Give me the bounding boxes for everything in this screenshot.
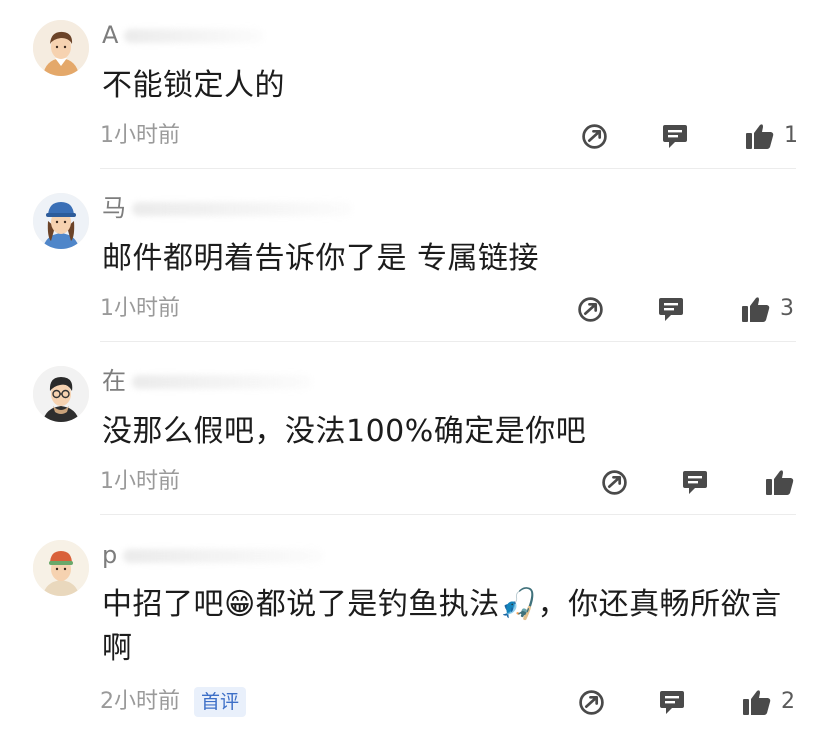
like-count: 3 [780, 296, 794, 321]
avatar[interactable] [33, 540, 89, 596]
like-button[interactable] [766, 467, 804, 497]
share-icon [602, 469, 627, 495]
comment-icon [663, 125, 687, 148]
username[interactable]: 马 [102, 193, 352, 223]
share-icon [579, 689, 604, 715]
username-text: A [102, 21, 119, 49]
like-button[interactable]: 1 [746, 121, 798, 151]
comment-meta: 2小时前 首评 [100, 687, 247, 717]
divider [100, 341, 796, 342]
username-text: 在 [102, 367, 126, 395]
reply-button[interactable] [659, 687, 685, 717]
comment-icon [683, 471, 707, 494]
username-text: p [102, 541, 118, 569]
reply-button[interactable] [682, 467, 708, 497]
username-blur [132, 375, 312, 389]
username[interactable]: p [102, 540, 324, 570]
like-count: 2 [781, 689, 795, 714]
username[interactable]: 在 [102, 366, 312, 396]
reply-button[interactable] [658, 294, 684, 324]
comment-icon [660, 691, 684, 714]
first-comment-badge: 首评 [194, 687, 247, 717]
reply-button[interactable] [662, 121, 688, 151]
thumbs-up-icon [766, 470, 794, 495]
comment-time: 1小时前 [100, 296, 180, 321]
comment-time: 1小时前 [100, 123, 180, 148]
thumbs-up-icon [743, 690, 771, 715]
comment-text: 不能锁定人的 [102, 68, 285, 103]
share-button[interactable] [577, 294, 604, 324]
username-blur [123, 549, 324, 563]
comment-text: 没那么假吧，没法100%确定是你吧 [102, 414, 587, 449]
comment-time: 2小时前 [100, 689, 180, 714]
divider [100, 168, 796, 169]
thumbs-up-icon [742, 297, 770, 322]
like-button[interactable]: 2 [743, 687, 795, 717]
comment-meta: 1小时前 [100, 121, 180, 151]
avatar[interactable] [33, 366, 89, 422]
share-button[interactable] [578, 687, 605, 717]
username-blur [124, 29, 265, 43]
avatar[interactable] [33, 20, 89, 76]
comment-time: 1小时前 [100, 469, 180, 494]
comment-meta: 1小时前 [100, 467, 180, 497]
username-blur [132, 202, 352, 216]
like-count: 1 [784, 123, 798, 148]
divider [100, 514, 796, 515]
like-button[interactable]: 3 [742, 294, 794, 324]
share-button[interactable] [601, 467, 628, 497]
comment-text: 中招了吧😁都说了是钓鱼执法🎣，你还真畅所欲言啊 [102, 587, 782, 666]
comment-icon [659, 298, 683, 321]
share-icon [578, 296, 603, 322]
avatar[interactable] [33, 193, 89, 249]
username[interactable]: A [102, 20, 265, 50]
comment-text: 邮件都明着告诉你了是 专属链接 [102, 241, 540, 276]
username-text: 马 [102, 194, 126, 222]
thumbs-up-icon [746, 124, 774, 149]
share-button[interactable] [581, 121, 608, 151]
comment-meta: 1小时前 [100, 294, 180, 324]
share-icon [582, 123, 607, 149]
